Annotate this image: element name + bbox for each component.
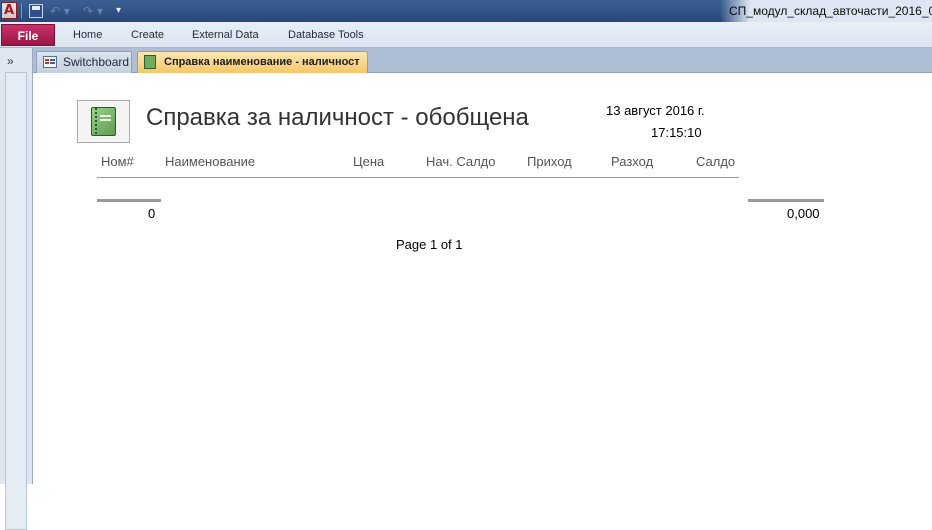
count-total-rule [97,199,161,202]
header-divider [97,177,739,178]
tab-switchboard-label: Switchboard [63,55,130,69]
form-icon [43,56,57,68]
undo-icon[interactable]: ↶ ▾ [50,3,72,19]
customize-qat-icon[interactable]: ▾ [116,3,126,19]
navigation-pane-strip[interactable] [5,72,27,530]
tab-report-label: Справка наименование - наличност [164,56,360,68]
tab-create[interactable]: Create [131,24,164,46]
document-tabs: Switchboard Справка наименование - налич… [33,48,932,73]
tab-external-data[interactable]: External Data [192,24,259,46]
tab-switchboard[interactable]: Switchboard [36,51,132,73]
tab-home[interactable]: Home [73,24,102,46]
count-total: 0 [148,206,156,221]
report-icon [144,55,156,69]
report-date: 13 август 2016 г. [606,103,705,118]
title-bar: A ↶ ▾ ↷ ▾ ▾ СП_модул_склад_авточасти_201… [0,0,932,22]
tab-database-tools[interactable]: Database Tools [288,24,364,46]
qat-separator [21,3,22,19]
column-header-opening-balance: Нач. Салдо [426,154,496,169]
column-header-name: Наименование [165,154,256,169]
report-time: 17:15:10 [651,125,702,140]
navigation-pane: » [0,48,33,530]
report-canvas [34,74,932,484]
window-title: СП_модул_склад_авточасти_2016_01_ [729,4,932,18]
ribbon-tabs: File Home Create External Data Database … [0,22,932,48]
column-header-balance: Салдо [696,154,736,169]
balance-total: 0,000 [787,206,820,221]
column-header-expense: Разход [611,154,654,169]
column-header-price: Цена [353,154,385,169]
notebook-icon [91,107,116,136]
access-app-icon[interactable]: A [1,2,17,19]
report-logo [77,100,130,143]
page-number: Page 1 of 1 [396,237,463,252]
file-tab[interactable]: File [1,24,55,46]
redo-icon[interactable]: ↷ ▾ [83,3,105,19]
report-title: Справка за наличност - обобщена [146,104,529,131]
expand-nav-icon[interactable]: » [7,54,23,68]
tab-report[interactable]: Справка наименование - наличност [137,51,368,73]
column-header-income: Приход [527,154,572,169]
balance-total-rule [748,199,824,202]
save-icon[interactable] [29,4,43,18]
column-header-number: Ном# [101,154,134,169]
